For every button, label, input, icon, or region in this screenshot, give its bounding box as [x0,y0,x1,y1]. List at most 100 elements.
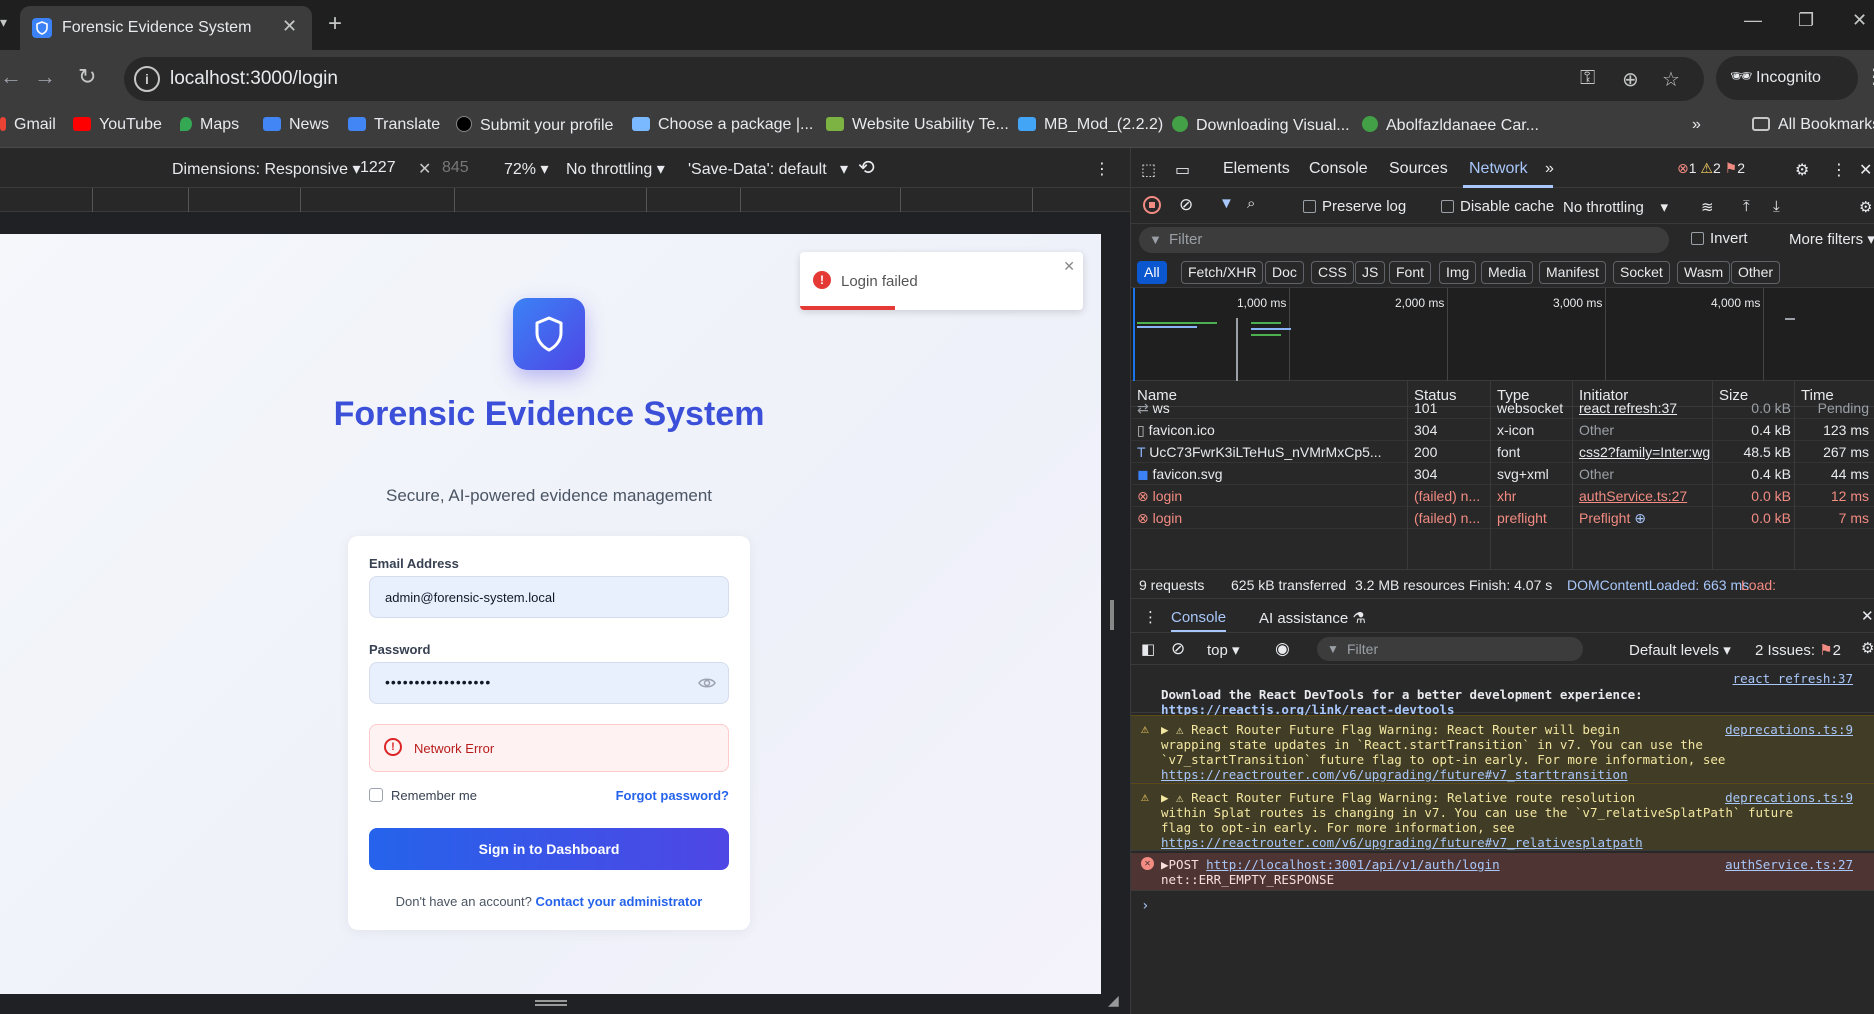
panel-splitter-icon[interactable] [1110,600,1114,630]
message-source-link[interactable]: deprecations.ts:9 [1725,790,1853,805]
bookmark-item[interactable]: Translate [348,116,440,134]
resize-handle-icon[interactable] [535,1000,567,1006]
sign-in-button[interactable]: Sign in to Dashboard [369,828,729,870]
chip-socket[interactable]: Socket [1613,261,1670,284]
bookmark-item[interactable]: Choose a package |... [632,116,813,134]
height-input[interactable]: 845 [442,159,469,177]
console-error-badge[interactable]: ⊗1 ⚠2 ⚑2 [1677,160,1745,177]
message-link[interactable]: https://reactrouter.com/v6/upgrading/fut… [1161,835,1643,850]
log-levels-select[interactable]: Default levels ▾ [1629,641,1731,659]
console-settings-icon[interactable]: ⚙ [1861,639,1874,657]
toast-close-icon[interactable]: ✕ [1063,258,1075,275]
message-source-link[interactable]: authService.ts:27 [1725,857,1853,872]
tab-console[interactable]: Console [1309,160,1368,178]
browser-menu-icon[interactable]: ⋮ [1864,64,1874,89]
address-bar[interactable]: i localhost:3000/login ⚿ ⊕ ☆ [124,57,1704,101]
forward-icon[interactable]: → [34,64,56,90]
bookmark-item[interactable]: Maps [180,116,239,134]
new-tab-icon[interactable]: + [328,10,342,38]
invert-checkbox[interactable]: Invert [1691,230,1748,247]
reload-icon[interactable]: ↻ [78,64,96,90]
chip-fetch-xhr[interactable]: Fetch/XHR [1181,261,1264,284]
restore-icon[interactable]: ❐ [1798,10,1814,31]
bookmarks-overflow-icon[interactable]: » [1692,116,1701,134]
tab-search-icon[interactable]: ▾ [0,14,7,31]
remember-checkbox[interactable] [369,788,383,802]
corner-resize-icon[interactable]: ◢ [1108,992,1119,1009]
bookmark-item[interactable]: Downloading Visual... [1172,116,1350,135]
console-error[interactable]: ✕ authService.ts:27 ▶POST http://localho… [1131,853,1874,891]
all-bookmarks[interactable]: All Bookmarks [1752,116,1874,134]
email-field[interactable]: admin@forensic-system.local [369,576,729,618]
console-warning[interactable]: ⚠ deprecations.ts:9 ▶ ⚠ React Router Fut… [1131,715,1874,783]
more-tabs-icon[interactable]: » [1545,160,1554,178]
close-window-icon[interactable]: ✕ [1852,10,1867,31]
forgot-password-link[interactable]: Forgot password? [616,788,729,803]
tab-close-icon[interactable]: ✕ [282,16,297,37]
save-data-select[interactable]: 'Save-Data': default ▾ [688,159,848,179]
chip-media[interactable]: Media [1481,261,1534,284]
message-source-link[interactable]: deprecations.ts:9 [1725,722,1853,737]
contact-admin-link[interactable]: Contact your administrator [535,894,702,909]
record-stop-icon[interactable] [1143,196,1161,214]
width-input[interactable]: 1227 [360,159,396,177]
table-row[interactable]: ⇄ ws 101 websocket react refresh:37 0.0 … [1131,397,1874,419]
import-har-icon[interactable]: ⤒ [1743,198,1750,215]
filter-funnel-icon[interactable]: ▼ [1219,195,1234,212]
drawer-close-icon[interactable]: ✕ [1861,607,1874,625]
console-clear-icon[interactable]: ⊘ [1171,639,1185,659]
tab-network[interactable]: Network [1469,160,1528,178]
devtools-menu-icon[interactable]: ⋮ [1831,160,1847,180]
network-settings-icon[interactable]: ⚙ [1859,198,1872,216]
remember-label[interactable]: Remember me [391,788,477,803]
dimensions-select[interactable]: Dimensions: Responsive ▾ [172,159,361,179]
table-row[interactable]: ⊗ login (failed) n... xhr authService.ts… [1131,485,1874,507]
chip-wasm[interactable]: Wasm [1677,261,1731,284]
message-source-link[interactable]: react refresh:37 [1733,671,1853,686]
chip-all[interactable]: All [1137,261,1167,284]
back-icon[interactable]: ← [0,64,22,90]
settings-gear-icon[interactable]: ⚙ [1795,160,1809,180]
tab-sources[interactable]: Sources [1389,160,1448,178]
browser-tab[interactable]: Forensic Evidence System ✕ [20,6,312,50]
bookmark-item[interactable]: Submit your profile [456,116,613,135]
live-expression-eye-icon[interactable]: ◉ [1275,639,1290,659]
password-field[interactable]: •••••••••••••••••• [369,662,729,704]
drawer-tab-console[interactable]: Console [1171,609,1227,632]
chip-js[interactable]: JS [1355,261,1386,284]
chip-other[interactable]: Other [1731,261,1781,284]
clear-icon[interactable]: ⊘ [1179,195,1193,215]
zoom-icon[interactable]: ⊕ [1622,67,1639,92]
console-filter-input[interactable]: ▼ Filter [1317,637,1583,661]
request-url-link[interactable]: http://localhost:3001/api/v1/auth/login [1206,857,1500,872]
console-prompt-icon[interactable]: › [1141,899,1149,914]
context-select[interactable]: top ▾ [1207,641,1240,659]
bookmark-item[interactable]: News [263,116,329,134]
network-filter-input[interactable]: ▼ Filter [1139,227,1669,253]
chip-manifest[interactable]: Manifest [1539,261,1606,284]
table-row[interactable]: ▯ favicon.ico 304 x-icon Other 0.4 kB 12… [1131,419,1874,441]
site-info-icon[interactable]: i [134,66,160,92]
wifi-conditions-icon[interactable]: ≋ [1701,198,1714,216]
preserve-log-checkbox[interactable]: Preserve log [1303,198,1406,215]
devtools-close-icon[interactable]: ✕ [1859,160,1872,180]
bookmark-item[interactable]: Abolfazldanaee Car... [1362,116,1539,135]
drawer-menu-icon[interactable]: ⋮ [1143,608,1158,626]
inspect-element-icon[interactable]: ⬚ [1141,160,1156,180]
bookmark-item[interactable]: Website Usability Te... [826,116,1009,134]
swap-dimensions-icon[interactable]: ✕ [418,159,431,179]
console-warning[interactable]: ⚠ deprecations.ts:9 ▶ ⚠ React Router Fut… [1131,783,1874,851]
zoom-select[interactable]: 72% ▾ [504,159,549,179]
bookmark-item[interactable]: MB_Mod_(2.2.2) [1018,116,1163,134]
table-row[interactable]: ◼ favicon.svg 304 svg+xml Other 0.4 kB 4… [1131,463,1874,485]
disable-cache-checkbox[interactable]: Disable cache [1441,198,1554,215]
minimize-icon[interactable]: — [1744,10,1762,31]
search-icon[interactable]: ⌕ [1247,195,1255,212]
device-options-icon[interactable]: ⋮ [1094,159,1110,179]
chip-css[interactable]: CSS [1311,261,1354,284]
tab-elements[interactable]: Elements [1223,160,1290,178]
chip-doc[interactable]: Doc [1265,261,1304,284]
bookmark-star-icon[interactable]: ☆ [1662,67,1680,92]
chip-font[interactable]: Font [1389,261,1432,284]
sidebar-toggle-icon[interactable]: ◧ [1141,640,1155,658]
